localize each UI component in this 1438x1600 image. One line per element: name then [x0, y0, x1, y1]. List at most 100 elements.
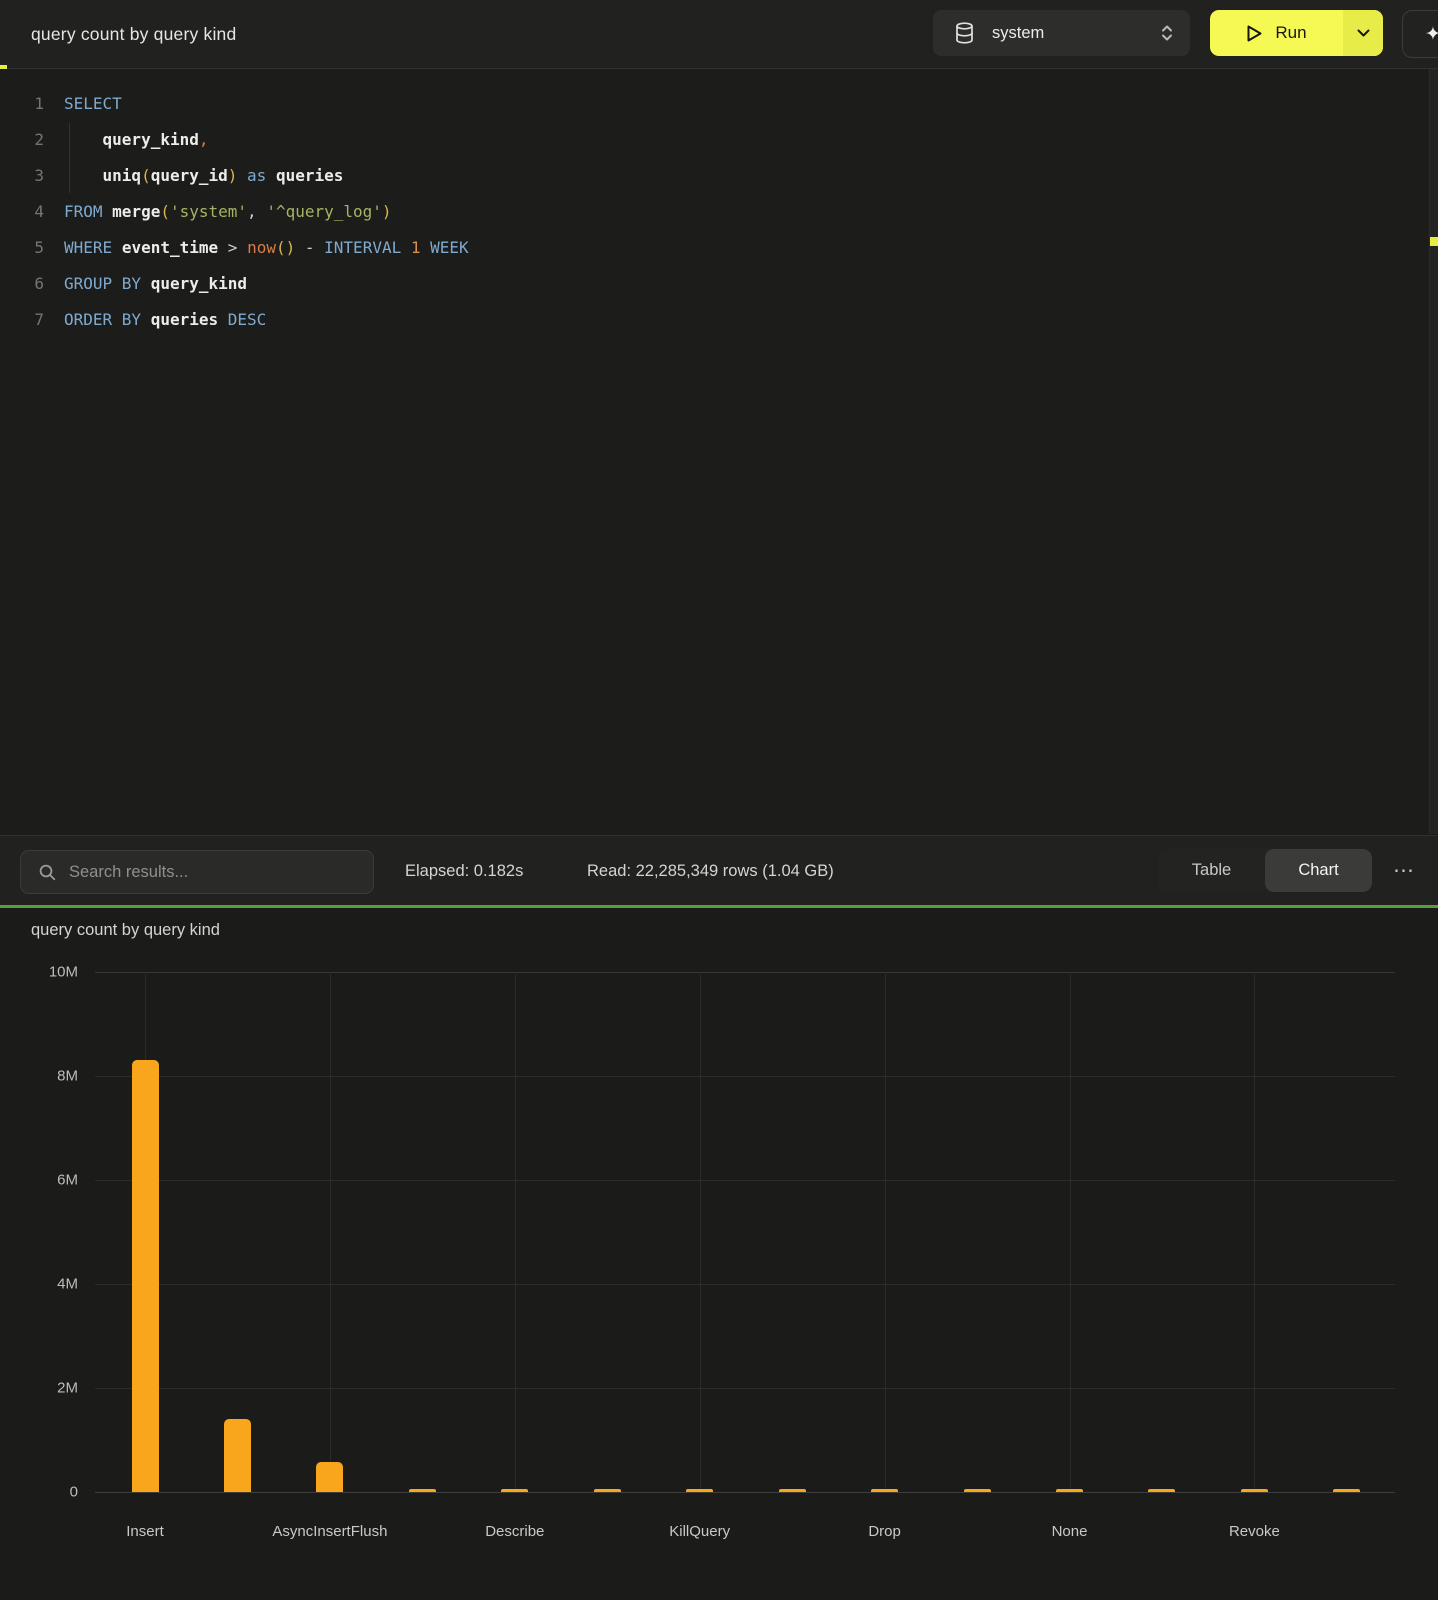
code-line[interactable]: 6 GROUP BY query_kind	[0, 266, 469, 302]
code-line[interactable]: 3 uniq(query_id) as queries	[0, 158, 469, 194]
chart-bar[interactable]	[316, 1462, 343, 1492]
h-gridline	[95, 1180, 1395, 1181]
chart-bar[interactable]	[1241, 1489, 1268, 1492]
database-selector[interactable]: system	[933, 10, 1190, 56]
sql-token	[64, 130, 103, 149]
read-stat: Read: 22,285,349 rows (1.04 GB)	[587, 836, 834, 906]
chart-bar[interactable]	[409, 1489, 436, 1492]
code-line[interactable]: 4FROM merge('system', '^query_log')	[0, 194, 469, 230]
sql-token: )	[382, 202, 392, 221]
sql-token: >	[228, 238, 238, 257]
editor-scrollbar[interactable]	[1429, 69, 1438, 834]
sql-token	[257, 202, 267, 221]
code-line[interactable]: 1 SELECT	[0, 86, 469, 122]
chart-view-tab[interactable]: Chart	[1265, 849, 1372, 892]
chart-bar[interactable]	[1148, 1489, 1175, 1492]
sql-token	[112, 238, 122, 257]
line-number: 1	[0, 86, 44, 122]
x-axis-line	[95, 1492, 1395, 1493]
sql-editor[interactable]: 1SELECT2 query_kind,3 uniq(query_id) as …	[0, 69, 1438, 834]
sql-token: -	[305, 238, 315, 257]
sql-token: WHERE	[64, 238, 112, 257]
ellipsis-icon: ⋯	[1393, 858, 1415, 883]
chart-bar[interactable]	[501, 1489, 528, 1492]
code-line[interactable]: 2 query_kind,	[0, 122, 469, 158]
chart-bar[interactable]	[224, 1419, 251, 1492]
run-button-label: Run	[1275, 23, 1306, 43]
sql-token: query_kind	[151, 274, 247, 293]
chart-bar[interactable]	[1333, 1489, 1360, 1492]
x-axis-tick-label: Describe	[485, 1523, 544, 1540]
results-toolbar: Elapsed: 0.182s Read: 22,285,349 rows (1…	[0, 835, 1438, 906]
sql-token	[421, 238, 431, 257]
sql-token: now	[247, 238, 276, 257]
sql-token: FROM	[64, 202, 103, 221]
table-view-tab[interactable]: Table	[1158, 849, 1265, 892]
v-gridline	[330, 972, 331, 1492]
database-selector-value: system	[992, 24, 1160, 43]
y-axis-tick-label: 8M	[18, 1068, 78, 1085]
run-button[interactable]: Run	[1210, 10, 1343, 56]
ai-assist-button[interactable]: ✦ ✦	[1402, 10, 1438, 58]
chart-bar[interactable]	[686, 1489, 713, 1492]
elapsed-stat: Elapsed: 0.182s	[405, 836, 523, 906]
sql-token: ()	[276, 238, 295, 257]
query-title: query count by query kind	[31, 0, 236, 68]
y-axis-tick-label: 4M	[18, 1276, 78, 1293]
sql-token: event_time	[122, 238, 218, 257]
sql-token: GROUP BY	[64, 274, 141, 293]
sql-token: uniq	[103, 166, 142, 185]
sql-token	[141, 310, 151, 329]
search-box[interactable]	[20, 850, 374, 894]
sql-token	[401, 238, 411, 257]
sql-token: queries	[276, 166, 343, 185]
sql-token: DESC	[228, 310, 267, 329]
chart-bar[interactable]	[132, 1060, 159, 1492]
x-axis-tick-label: KillQuery	[669, 1523, 730, 1540]
search-icon	[39, 864, 56, 881]
sql-token	[218, 238, 228, 257]
chart-bar[interactable]	[1056, 1489, 1083, 1492]
line-number: 5	[0, 230, 44, 266]
sql-token: ,	[247, 202, 257, 221]
v-gridline	[885, 972, 886, 1492]
search-results-input[interactable]	[67, 862, 341, 883]
h-gridline	[95, 972, 1395, 973]
y-axis-tick-label: 0	[18, 1484, 78, 1501]
y-axis-tick-label: 2M	[18, 1380, 78, 1397]
y-axis-tick-label: 6M	[18, 1172, 78, 1189]
sql-token: 1	[411, 238, 421, 257]
h-gridline	[95, 1076, 1395, 1077]
sql-token: queries	[151, 310, 218, 329]
sql-token: SELECT	[64, 94, 122, 113]
database-icon	[955, 22, 974, 44]
run-options-button[interactable]	[1343, 10, 1383, 56]
sql-token	[218, 310, 228, 329]
sql-token: query_id	[151, 166, 228, 185]
sql-token: '^query_log'	[266, 202, 382, 221]
header-bar: query count by query kind system	[0, 0, 1438, 69]
run-button-group: Run	[1210, 10, 1383, 56]
sql-token: ORDER BY	[64, 310, 141, 329]
code-line[interactable]: 5WHERE event_time > now() - INTERVAL 1 W…	[0, 230, 469, 266]
line-number: 2	[0, 122, 44, 158]
sql-token	[237, 166, 247, 185]
sql-token	[266, 166, 276, 185]
h-gridline	[95, 1388, 1395, 1389]
sql-token	[237, 238, 247, 257]
sql-token	[141, 274, 151, 293]
chart-bar[interactable]	[779, 1489, 806, 1492]
chart-bar[interactable]	[871, 1489, 898, 1492]
line-number: 6	[0, 266, 44, 302]
chart-bar[interactable]	[964, 1489, 991, 1492]
x-axis-tick-label: Revoke	[1229, 1523, 1280, 1540]
x-axis-tick-label: AsyncInsertFlush	[272, 1523, 387, 1540]
v-gridline	[1070, 972, 1071, 1492]
code-line[interactable]: 7ORDER BY queries DESC	[0, 302, 469, 338]
more-options-button[interactable]: ⋯	[1382, 849, 1426, 892]
sql-code[interactable]: 1SELECT2 query_kind,3 uniq(query_id) as …	[0, 86, 469, 338]
sql-token: query_kind	[103, 130, 199, 149]
y-axis-tick-label: 10M	[18, 964, 78, 981]
v-gridline	[515, 972, 516, 1492]
chart-bar[interactable]	[594, 1489, 621, 1492]
